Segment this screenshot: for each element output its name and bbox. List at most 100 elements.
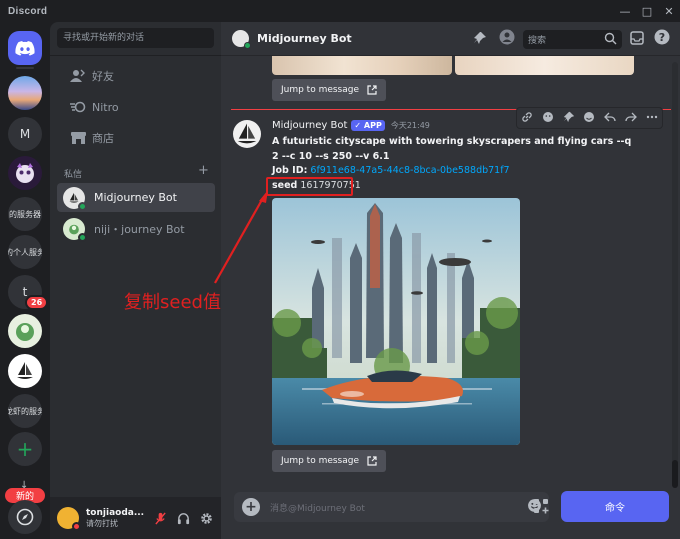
link-icon[interactable] xyxy=(521,111,533,126)
channel-header: Midjourney Bot 搜索 ? xyxy=(221,22,680,56)
green-mascot-icon xyxy=(16,323,34,341)
dm-name: Midjourney Bot xyxy=(94,191,177,204)
command-button[interactable]: 命令 xyxy=(561,491,669,522)
mute-mic-icon[interactable] xyxy=(152,510,169,527)
user-panel: tonjiaoda... 请勿打扰 xyxy=(50,497,221,539)
dm-item-niji[interactable]: niji・journey Bot xyxy=(57,214,215,243)
external-link-icon xyxy=(367,456,377,466)
server-rail: M 的服务器 的个人服务 t 26 龙虾的服务 + 新的 ↓ xyxy=(0,22,50,539)
conversation-search-input[interactable]: 寻找或开始新的对话 xyxy=(57,28,214,48)
avatar xyxy=(232,30,251,49)
dnd-status-icon xyxy=(72,522,81,531)
scrollbar-thumb[interactable] xyxy=(672,460,678,488)
maximize-icon[interactable]: □ xyxy=(636,0,658,22)
help-icon[interactable]: ? xyxy=(654,29,670,49)
avatar xyxy=(63,217,87,242)
sailboat-icon xyxy=(237,123,257,144)
header-actions: 搜索 ? xyxy=(473,22,680,56)
app-brand: Discord xyxy=(8,5,48,17)
discover-button[interactable] xyxy=(8,500,42,534)
add-friend-icon[interactable] xyxy=(499,29,515,49)
city-image-icon xyxy=(272,198,520,445)
timestamp: 今天21:49 xyxy=(390,121,430,130)
minimize-icon[interactable]: — xyxy=(614,0,636,22)
sidebar-item-shop[interactable]: 商店 xyxy=(57,124,214,152)
online-status-icon xyxy=(78,232,87,242)
online-status-icon xyxy=(244,42,251,49)
dm-sidebar: 寻找或开始新的对话 好友 Nitro 商店 私信 + Midjourney Bo… xyxy=(50,22,221,539)
generated-image[interactable] xyxy=(272,198,520,445)
jump-to-message-button-2[interactable]: Jump to message xyxy=(272,450,386,472)
pin-message-icon[interactable] xyxy=(563,111,575,126)
shop-icon xyxy=(64,131,92,145)
emoji-icon[interactable] xyxy=(583,111,595,126)
page-title: Midjourney Bot xyxy=(257,32,352,45)
mention-badge: 26 xyxy=(25,295,49,310)
dm-item-midjourney[interactable]: Midjourney Bot xyxy=(57,183,215,212)
server-icon-m[interactable]: M xyxy=(8,117,42,151)
message-composer[interactable]: + 消息@Midjourney Bot xyxy=(234,492,549,522)
more-options-icon[interactable] xyxy=(646,111,658,126)
search-icon xyxy=(604,32,617,44)
rail-separator xyxy=(16,67,34,69)
server-icon-server-3[interactable]: 龙虾的服务 xyxy=(8,394,42,428)
user-controls xyxy=(152,510,215,527)
avatar[interactable] xyxy=(57,507,81,531)
add-reaction-icon[interactable] xyxy=(542,111,554,126)
reply-icon[interactable] xyxy=(604,111,616,126)
message-prompt: A futuristic cityscape with towering sky… xyxy=(272,136,632,162)
plus-icon: + xyxy=(16,437,34,461)
server-icon-sailboat[interactable] xyxy=(8,354,42,388)
friends-icon xyxy=(64,69,92,83)
avatar xyxy=(63,186,87,211)
headphones-icon[interactable] xyxy=(175,510,192,527)
jump-to-message-button[interactable]: Jump to message xyxy=(272,79,386,101)
sidebar-divider xyxy=(50,55,221,56)
sidebar-item-label: 好友 xyxy=(92,70,114,83)
add-server-button[interactable]: + xyxy=(8,432,42,466)
server-icon-server-2[interactable]: 的个人服务 xyxy=(8,235,42,269)
annotation-label: 复制seed值 xyxy=(124,292,221,313)
author-name[interactable]: Midjourney Bot xyxy=(272,120,347,131)
avatar[interactable] xyxy=(233,120,261,148)
svg-text:?: ? xyxy=(659,31,665,44)
close-icon[interactable]: ✕ xyxy=(658,0,680,22)
sailboat-icon xyxy=(17,362,33,379)
dm-section-header: 私信 xyxy=(64,170,83,180)
direct-messages-button[interactable] xyxy=(8,31,42,65)
sidebar-item-nitro[interactable]: Nitro xyxy=(57,93,214,121)
scrollbar-track[interactable] xyxy=(672,62,678,487)
dm-name: niji・journey Bot xyxy=(94,222,185,236)
settings-gear-icon[interactable] xyxy=(198,510,215,527)
apps-grid-icon[interactable] xyxy=(531,496,551,516)
message-input[interactable]: 消息@Midjourney Bot xyxy=(270,501,365,514)
user-status: 请勿打扰 xyxy=(86,518,118,528)
forward-icon[interactable] xyxy=(625,111,637,126)
username: tonjiaoda... xyxy=(86,507,145,518)
user-info[interactable]: tonjiaoda... 请勿打扰 xyxy=(86,508,144,529)
message-actions-toolbar xyxy=(516,107,663,129)
sidebar-item-friends[interactable]: 好友 xyxy=(57,62,214,90)
previous-image-left[interactable] xyxy=(272,56,452,75)
server-icon-server-1[interactable]: 的服务器 xyxy=(8,197,42,231)
pin-icon[interactable] xyxy=(473,30,487,49)
sidebar-item-label: Nitro xyxy=(92,100,119,114)
server-icon-green-mascot[interactable] xyxy=(8,314,42,348)
header-search-input[interactable]: 搜索 xyxy=(523,29,622,49)
mascot-icon xyxy=(16,163,34,183)
discord-app: Discord — □ ✕ M 的服务器 的个人服务 t 26 龙虾的服务 + … xyxy=(0,0,680,539)
discord-logo-icon xyxy=(15,40,35,56)
create-dm-icon[interactable]: + xyxy=(198,163,209,178)
app-badge: ✓ APP xyxy=(351,120,385,131)
previous-image-right[interactable] xyxy=(455,56,634,75)
window-controls: — □ ✕ xyxy=(614,0,680,22)
job-id-value[interactable]: 6f911e68-47a5-44c8-8bca-0be588db71f7 xyxy=(310,165,509,176)
inbox-icon[interactable] xyxy=(630,30,644,49)
server-icon-landscape[interactable] xyxy=(8,76,42,110)
chat-area: Midjourney Bot 搜索 ? Jump to message Midj… xyxy=(221,22,680,539)
attach-plus-icon[interactable]: + xyxy=(242,498,260,516)
online-status-icon xyxy=(78,201,87,211)
job-id-line: Job ID: 6f911e68-47a5-44c8-8bca-0be588db… xyxy=(272,165,510,176)
title-bar: Discord — □ ✕ xyxy=(0,0,680,22)
server-icon-purple-mascot[interactable] xyxy=(8,156,42,190)
